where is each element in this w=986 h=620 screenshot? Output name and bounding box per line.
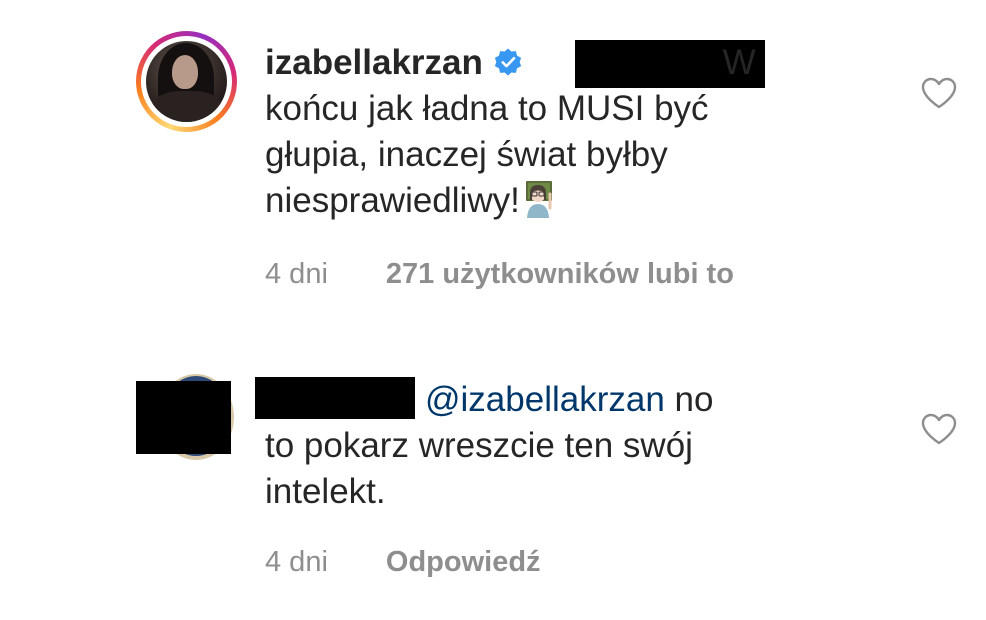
comment-2-line-1: @izabellakrzan no [265, 377, 825, 423]
comment-1-line-1-tail: W [722, 43, 756, 82]
comment-1-meta: 4 dni 271 użytkowników lubi to [265, 258, 734, 291]
comment-1-line-4: niesprawiedliwy! [265, 178, 825, 224]
username-izabellakrzan[interactable]: izabellakrzan [265, 43, 483, 82]
comment-1-text: izabellakrzan W końcu jak ładna to MUSI … [265, 40, 825, 224]
comment-1-time: 4 dni [265, 258, 328, 290]
comment-1-line-2: końcu jak ładna to MUSI być [265, 89, 709, 128]
photo-face [172, 55, 198, 89]
comment-2-meta: 4 dni Odpowiedź [265, 546, 541, 579]
profile-photo [146, 41, 227, 122]
woman-teacher-emoji [525, 181, 552, 218]
comment-2-text: @izabellakrzan no to pokarz wreszcie ten… [265, 377, 825, 515]
photo-body [152, 91, 222, 122]
redaction-space [523, 47, 713, 77]
verified-badge-icon [494, 48, 522, 76]
comment-1-line-1: izabellakrzan W [265, 40, 825, 86]
redacted-avatar-2 [136, 381, 231, 454]
comment-2-time: 4 dni [265, 546, 328, 578]
comment-2-line-3: intelekt. [265, 472, 386, 511]
heart-outline-icon[interactable] [920, 412, 958, 446]
comment-2-line-2: to pokarz wreszcie ten swój [265, 426, 693, 465]
avatar-izabellakrzan[interactable] [136, 31, 237, 132]
likes-count[interactable]: 271 użytkowników lubi to [386, 258, 734, 290]
mention-izabellakrzan[interactable]: @izabellakrzan [425, 380, 665, 419]
heart-outline-icon[interactable] [920, 76, 958, 110]
reply-button[interactable]: Odpowiedź [386, 546, 541, 578]
comment-1-line-4-text: niesprawiedliwy! [265, 181, 520, 220]
comment-2-line-1-tail: no [674, 380, 714, 419]
comment-1-line-3: głupia, inaczej świat byłby [265, 135, 668, 174]
